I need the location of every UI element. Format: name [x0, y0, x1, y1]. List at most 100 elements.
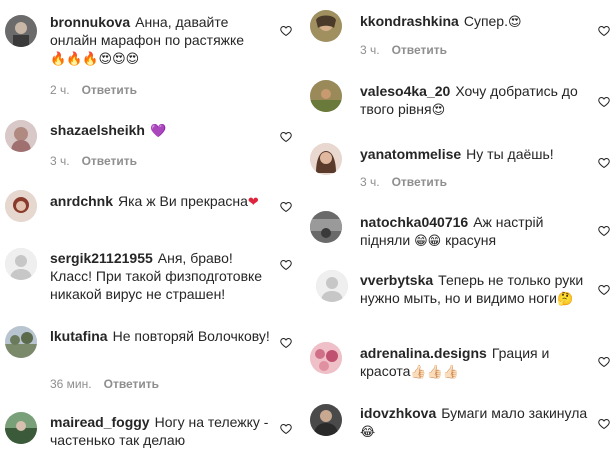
comment-item: kkondrashkina Супер.😍 3 ч. Ответить — [310, 10, 616, 60]
heart-outline-icon[interactable] — [598, 356, 610, 368]
heart-outline-icon[interactable] — [598, 96, 610, 108]
avatar-image — [316, 270, 348, 302]
comment-item: valeso4ka_20 Хочу добратись до твого рівн… — [310, 80, 616, 130]
heart-outline-icon[interactable] — [598, 284, 610, 296]
comment-username[interactable]: anrdchnk — [50, 193, 113, 209]
avatar[interactable] — [310, 143, 342, 175]
comment-text: adrenalina.designs Грация и красота👍🏻👍🏻👍🏻 — [360, 344, 590, 382]
comment-text: anrdchnk Яка ж Ви прекрасна❤ — [50, 192, 272, 212]
avatar-image — [5, 412, 37, 444]
comment-time: 3 ч. — [360, 43, 380, 57]
comment-emoji: 👍🏻👍🏻👍🏻 — [410, 365, 459, 380]
avatar-image — [310, 211, 342, 243]
comment-username[interactable]: lkutafina — [50, 328, 108, 344]
comment-text: shazaelsheikh 💜 — [50, 121, 272, 141]
comment-body: Супер. — [463, 13, 508, 29]
comment-meta: 3 ч. Ответить — [360, 43, 447, 57]
comment-item: yanatommelise Ну ты даёшь! 3 ч. Ответить — [310, 143, 616, 193]
comment-username[interactable]: valeso4ka_20 — [360, 83, 450, 99]
heart-outline-icon[interactable] — [598, 25, 610, 37]
comment-meta: 2 ч. Ответить — [50, 83, 137, 97]
comment-text: bronnukova Анна, давайте онлайн марафон п… — [50, 13, 272, 69]
avatar-image — [310, 404, 342, 436]
comment-item: idovzhkova Бумаги мало закинула 😂 — [310, 404, 616, 464]
avatar[interactable] — [310, 10, 342, 42]
comment-username[interactable]: natochka040716 — [360, 214, 468, 230]
heart-outline-icon[interactable] — [598, 157, 610, 169]
avatar[interactable] — [5, 15, 37, 47]
comment-body: Бумаги мало закинула — [441, 405, 588, 421]
avatar[interactable] — [316, 270, 348, 302]
comment-time: 2 ч. — [50, 83, 70, 97]
avatar-image — [5, 15, 37, 47]
comment-username[interactable]: idovzhkova — [360, 405, 436, 421]
avatar-image — [5, 120, 37, 152]
avatar-image — [310, 80, 342, 112]
avatar[interactable] — [310, 80, 342, 112]
comment-item: lkutafina Не повторяй Волочкову! 36 мин. О… — [0, 326, 298, 396]
heart-outline-icon[interactable] — [280, 259, 292, 271]
avatar[interactable] — [5, 248, 37, 280]
avatar[interactable] — [5, 412, 37, 444]
comment-item: bronnukova Анна, давайте онлайн марафон п… — [0, 13, 298, 103]
comment-body-tail: красуня — [445, 232, 497, 248]
avatar[interactable] — [5, 120, 37, 152]
comment-emoji: 😁😁 — [414, 234, 442, 249]
comment-text: lkutafina Не повторяй Волочкову! — [50, 327, 272, 345]
avatar[interactable] — [310, 404, 342, 436]
comment-emoji: 🔥🔥🔥😍😍😍 — [50, 52, 140, 67]
comment-item: natochka040716 Аж настрій підняли 😁😁 крас… — [310, 211, 616, 261]
comment-text: yanatommelise Ну ты даёшь! — [360, 145, 590, 163]
comment-item: adrenalina.designs Грация и красота👍🏻👍🏻👍🏻 — [310, 342, 616, 392]
comment-username[interactable]: kkondrashkina — [360, 13, 459, 29]
avatar[interactable] — [5, 326, 37, 358]
comment-username[interactable]: shazaelsheikh — [50, 122, 145, 138]
comment-emoji: ❤ — [247, 195, 259, 210]
comment-emoji: 💜 — [149, 124, 167, 139]
reply-button[interactable]: Ответить — [392, 175, 447, 189]
comment-item: anrdchnk Яка ж Ви прекрасна❤ — [0, 190, 298, 230]
comment-meta: 3 ч. Ответить — [50, 154, 137, 168]
comment-meta: 3 ч. Ответить — [360, 175, 447, 189]
comment-time: 36 мин. — [50, 377, 92, 391]
avatar-image — [310, 143, 342, 175]
reply-button[interactable]: Ответить — [392, 43, 447, 57]
avatar-image — [310, 342, 342, 374]
avatar[interactable] — [310, 211, 342, 243]
comment-item: sergik21121955 Аня, браво! Класс! При так… — [0, 248, 298, 308]
heart-outline-icon[interactable] — [280, 201, 292, 213]
comment-username[interactable]: sergik21121955 — [50, 250, 153, 266]
reply-button[interactable]: Ответить — [82, 83, 137, 97]
comment-username[interactable]: bronnukova — [50, 14, 130, 30]
comment-username[interactable]: mairead_foggy — [50, 414, 150, 430]
heart-outline-icon[interactable] — [280, 423, 292, 435]
avatar[interactable] — [5, 190, 37, 222]
avatar-image — [5, 326, 37, 358]
comment-time: 3 ч. — [50, 154, 70, 168]
comment-username[interactable]: yanatommelise — [360, 146, 461, 162]
comment-text: valeso4ka_20 Хочу добратись до твого рівн… — [360, 82, 590, 120]
avatar-image — [5, 248, 37, 280]
comment-text: natochka040716 Аж настрій підняли 😁😁 крас… — [360, 213, 590, 251]
comment-username[interactable]: vverbytska — [360, 272, 433, 288]
comment-text: idovzhkova Бумаги мало закинула 😂 — [360, 404, 590, 442]
comment-emoji: 😍 — [507, 15, 522, 30]
heart-outline-icon[interactable] — [280, 25, 292, 37]
comment-text: kkondrashkina Супер.😍 — [360, 12, 590, 32]
heart-outline-icon[interactable] — [598, 418, 610, 430]
comment-username[interactable]: adrenalina.designs — [360, 345, 487, 361]
heart-outline-icon[interactable] — [598, 225, 610, 237]
comment-meta: 36 мин. Ответить — [50, 377, 159, 391]
reply-button[interactable]: Ответить — [82, 154, 137, 168]
comment-body: Яка ж Ви прекрасна — [118, 193, 248, 209]
comment-body: Ну ты даёшь! — [466, 146, 554, 162]
heart-outline-icon[interactable] — [280, 131, 292, 143]
reply-button[interactable]: Ответить — [104, 377, 159, 391]
comment-time: 3 ч. — [360, 175, 380, 189]
comment-item: vverbytska Теперь не только руки нужно мы… — [310, 270, 616, 330]
comments-page: bronnukova Анна, давайте онлайн марафон п… — [0, 0, 616, 468]
comment-text: sergik21121955 Аня, браво! Класс! При так… — [50, 249, 272, 303]
avatar[interactable] — [310, 342, 342, 374]
comment-emoji: 😍 — [431, 103, 446, 118]
heart-outline-icon[interactable] — [280, 337, 292, 349]
